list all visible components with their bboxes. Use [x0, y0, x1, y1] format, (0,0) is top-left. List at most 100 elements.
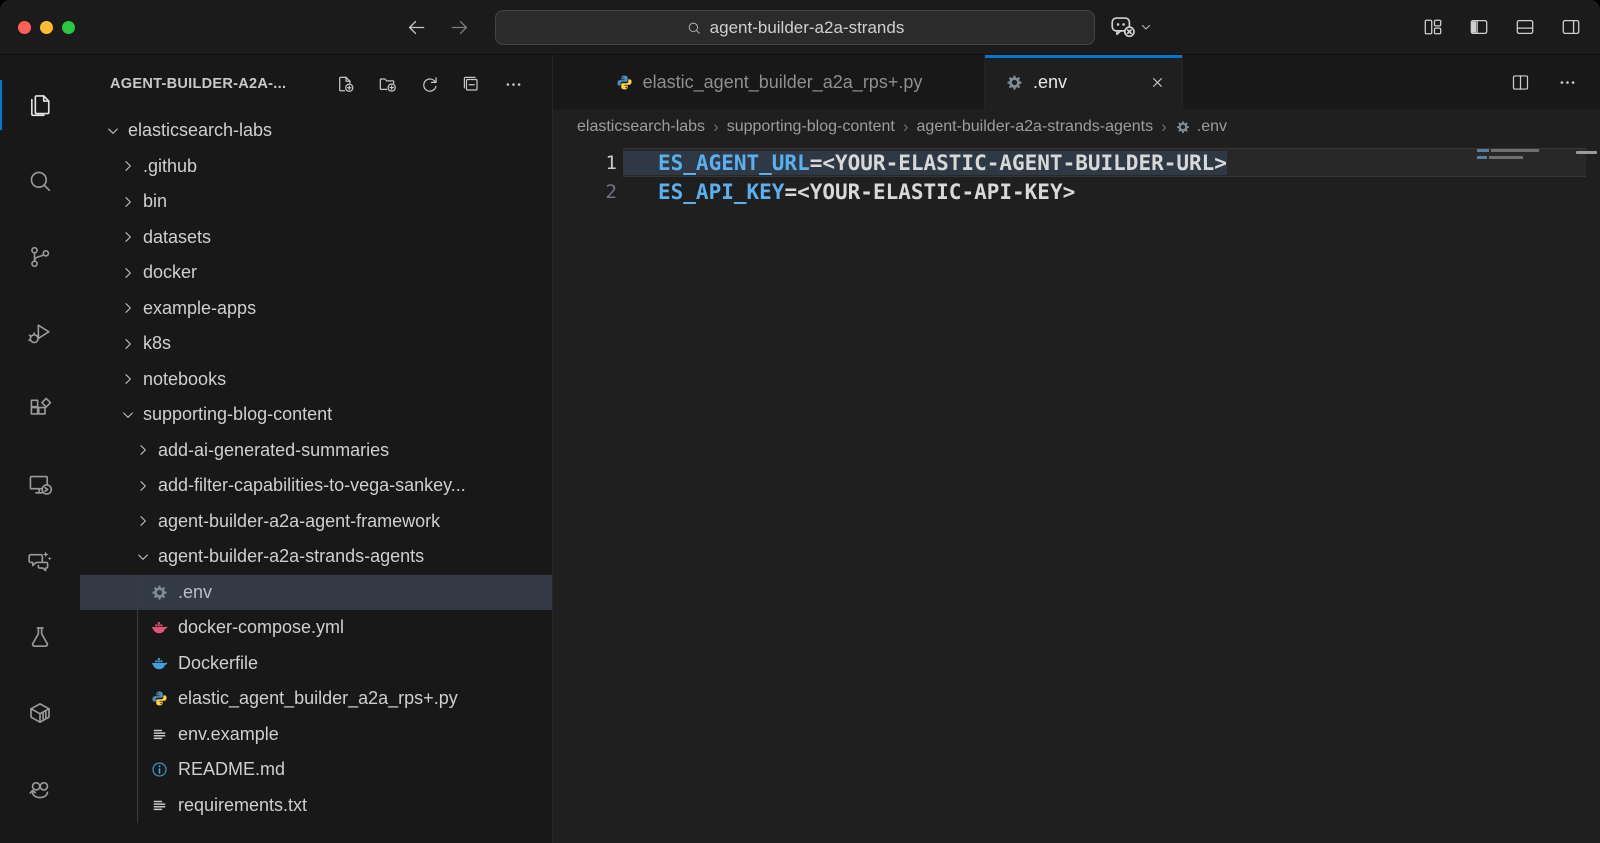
remote-explorer-icon [26, 471, 54, 499]
tree-file-requirements-txt[interactable]: requirements.txt [80, 787, 552, 824]
text-icon [150, 725, 169, 744]
close-tab-icon[interactable] [1149, 74, 1166, 91]
activity-item-testing[interactable] [0, 599, 80, 675]
breadcrumb-item-agent-builder-a2a-strands-agents[interactable]: agent-builder-a2a-strands-agents [917, 118, 1154, 136]
env-key: ES_API_KEY [658, 179, 785, 204]
activity-item-chat[interactable] [0, 523, 80, 599]
breadcrumb-label: supporting-blog-content [726, 118, 895, 135]
copilot-icon [1108, 12, 1137, 41]
scrollbar-mark [1576, 151, 1597, 154]
activity-item-containers[interactable] [0, 675, 80, 751]
split-editor-icon[interactable] [1510, 72, 1531, 93]
editor-tab-env[interactable]: .env [985, 55, 1183, 109]
history-navigation [405, 16, 471, 39]
tree-file-readme-md[interactable]: README.md [80, 752, 552, 788]
activity-item-explorer[interactable] [0, 67, 80, 143]
tree-file-env[interactable]: .env [80, 574, 552, 610]
activity-item-extensions[interactable] [0, 371, 80, 447]
activity-item-search[interactable] [0, 143, 80, 219]
tree-file-env-example[interactable]: env.example [80, 716, 552, 753]
breadcrumb-label: agent-builder-a2a-strands-agents [916, 118, 1154, 135]
breadcrumb-item-env[interactable]: .env [1175, 118, 1227, 136]
tree-folder-k8s[interactable]: k8s [80, 326, 552, 362]
collapse-folders-icon[interactable] [461, 74, 482, 95]
editor-group: elastic_agent_builder_a2a_rps+.py .env el… [553, 55, 1600, 843]
tree-folder-bin[interactable]: bin [80, 184, 552, 220]
tree-folder-example-apps[interactable]: example-apps [80, 291, 552, 327]
activity-item-remote-explorer[interactable] [0, 447, 80, 523]
docker-icon [150, 654, 169, 673]
tree-folder-github[interactable]: .github [80, 149, 552, 185]
editor-tab-elastic-agent-builder-a2a-rps-py[interactable]: elastic_agent_builder_a2a_rps+.py [553, 55, 985, 109]
tree-file-elastic-agent-builder-a2a-rps-py[interactable]: elastic_agent_builder_a2a_rps+.py [80, 681, 552, 717]
minimize-button[interactable] [40, 21, 53, 34]
tree-item-label: example-apps [143, 297, 257, 318]
tree-folder-agent-builder-a2a-agent-framework[interactable]: agent-builder-a2a-agent-framework [80, 504, 552, 540]
layout-controls [1422, 16, 1582, 38]
forward-arrow-icon[interactable] [448, 16, 471, 39]
chevron-right-tree-icon [120, 265, 136, 281]
editor-code-area[interactable]: 1 ES_AGENT_URL=<YOUR-ELASTIC-AGENT-BUILDE… [553, 145, 1600, 843]
activity-item-source-control[interactable] [0, 219, 80, 295]
source-control-icon [26, 243, 54, 271]
tree-item-label: agent-builder-a2a-agent-framework [158, 510, 441, 531]
testing-icon [26, 623, 54, 651]
breadcrumb-item-supporting-blog-content[interactable]: supporting-blog-content [727, 118, 895, 136]
breadcrumb-item-elasticsearch-labs[interactable]: elasticsearch-labs [577, 118, 705, 136]
tree-folder-supporting-blog-content[interactable]: supporting-blog-content [80, 397, 552, 433]
gear-icon [1175, 119, 1191, 135]
breadcrumb-label: elasticsearch-labs [577, 118, 706, 135]
customize-layout-icon[interactable] [1422, 16, 1444, 38]
toggle-panel-icon[interactable] [1514, 16, 1536, 38]
activity-item-run-debug[interactable] [0, 295, 80, 371]
copilot-menu-button[interactable] [1108, 12, 1153, 41]
close-button[interactable] [18, 21, 31, 34]
python-icon [150, 689, 169, 708]
tree-folder-agent-builder-a2a-strands-agents[interactable]: agent-builder-a2a-strands-agents [80, 539, 552, 575]
new-file-icon[interactable] [335, 74, 356, 95]
tree-file-dockerfile[interactable]: Dockerfile [80, 645, 552, 682]
tree-item-label: .github [143, 155, 198, 176]
back-arrow-icon[interactable] [405, 16, 428, 39]
more-actions-icon[interactable] [503, 74, 524, 95]
line-number: 1 [605, 151, 617, 174]
activity-item-snake[interactable] [0, 751, 80, 827]
tree-file-docker-compose-yml[interactable]: docker-compose.yml [80, 610, 552, 646]
minimap[interactable] [1477, 149, 1549, 163]
run-debug-icon [26, 319, 54, 347]
command-center-search[interactable]: agent-builder-a2a-strands [495, 10, 1095, 45]
tree-folder-add-ai-generated-summaries[interactable]: add-ai-generated-summaries [80, 433, 552, 469]
gear-icon [150, 583, 169, 602]
code-line-2: 2 ES_API_KEY=<YOUR-ELASTIC-API-KEY> [553, 177, 1600, 206]
code-text: ES_API_KEY=<YOUR-ELASTIC-API-KEY> [623, 180, 1075, 204]
search-icon [26, 167, 54, 195]
chevron-right-tree-icon [120, 158, 136, 174]
tree-item-label: elastic_agent_builder_a2a_rps+.py [178, 688, 458, 709]
toggle-primary-sidebar-icon[interactable] [1468, 16, 1490, 38]
snake-icon [26, 775, 54, 803]
editor-tab-bar: elastic_agent_builder_a2a_rps+.py .env [553, 55, 1600, 109]
toggle-secondary-sidebar-icon[interactable] [1560, 16, 1582, 38]
explorer-actions [335, 74, 524, 95]
title-bar: agent-builder-a2a-strands [0, 0, 1600, 55]
tab-label: .env [1033, 71, 1068, 92]
more-actions-icon[interactable] [1557, 72, 1578, 93]
refresh-explorer-icon[interactable] [419, 74, 440, 95]
env-key: ES_AGENT_URL [658, 150, 810, 175]
tree-folder-datasets[interactable]: datasets [80, 220, 552, 256]
breadcrumb-separator: › [713, 117, 719, 136]
explorer-sidebar: AGENT-BUILDER-A2A-... elasticsearch-labs… [80, 55, 553, 843]
new-folder-icon[interactable] [377, 74, 398, 95]
tree-item-label: notebooks [143, 368, 227, 389]
chevron-down-tree-icon [135, 549, 151, 565]
tree-item-label: docker [143, 262, 198, 283]
info-icon [150, 760, 169, 779]
env-value: =<YOUR-ELASTIC-AGENT-BUILDER-URL> [809, 150, 1227, 175]
tree-folder-elasticsearch-labs[interactable]: elasticsearch-labs [80, 113, 552, 149]
breadcrumb-separator: › [1161, 117, 1167, 136]
tree-folder-add-filter-capabilities-to-vega-sankey[interactable]: add-filter-capabilities-to-vega-sankey..… [80, 468, 552, 504]
zoom-button[interactable] [62, 21, 75, 34]
tree-folder-notebooks[interactable]: notebooks [80, 362, 552, 398]
tree-item-label: agent-builder-a2a-strands-agents [158, 546, 425, 567]
tree-folder-docker[interactable]: docker [80, 255, 552, 291]
